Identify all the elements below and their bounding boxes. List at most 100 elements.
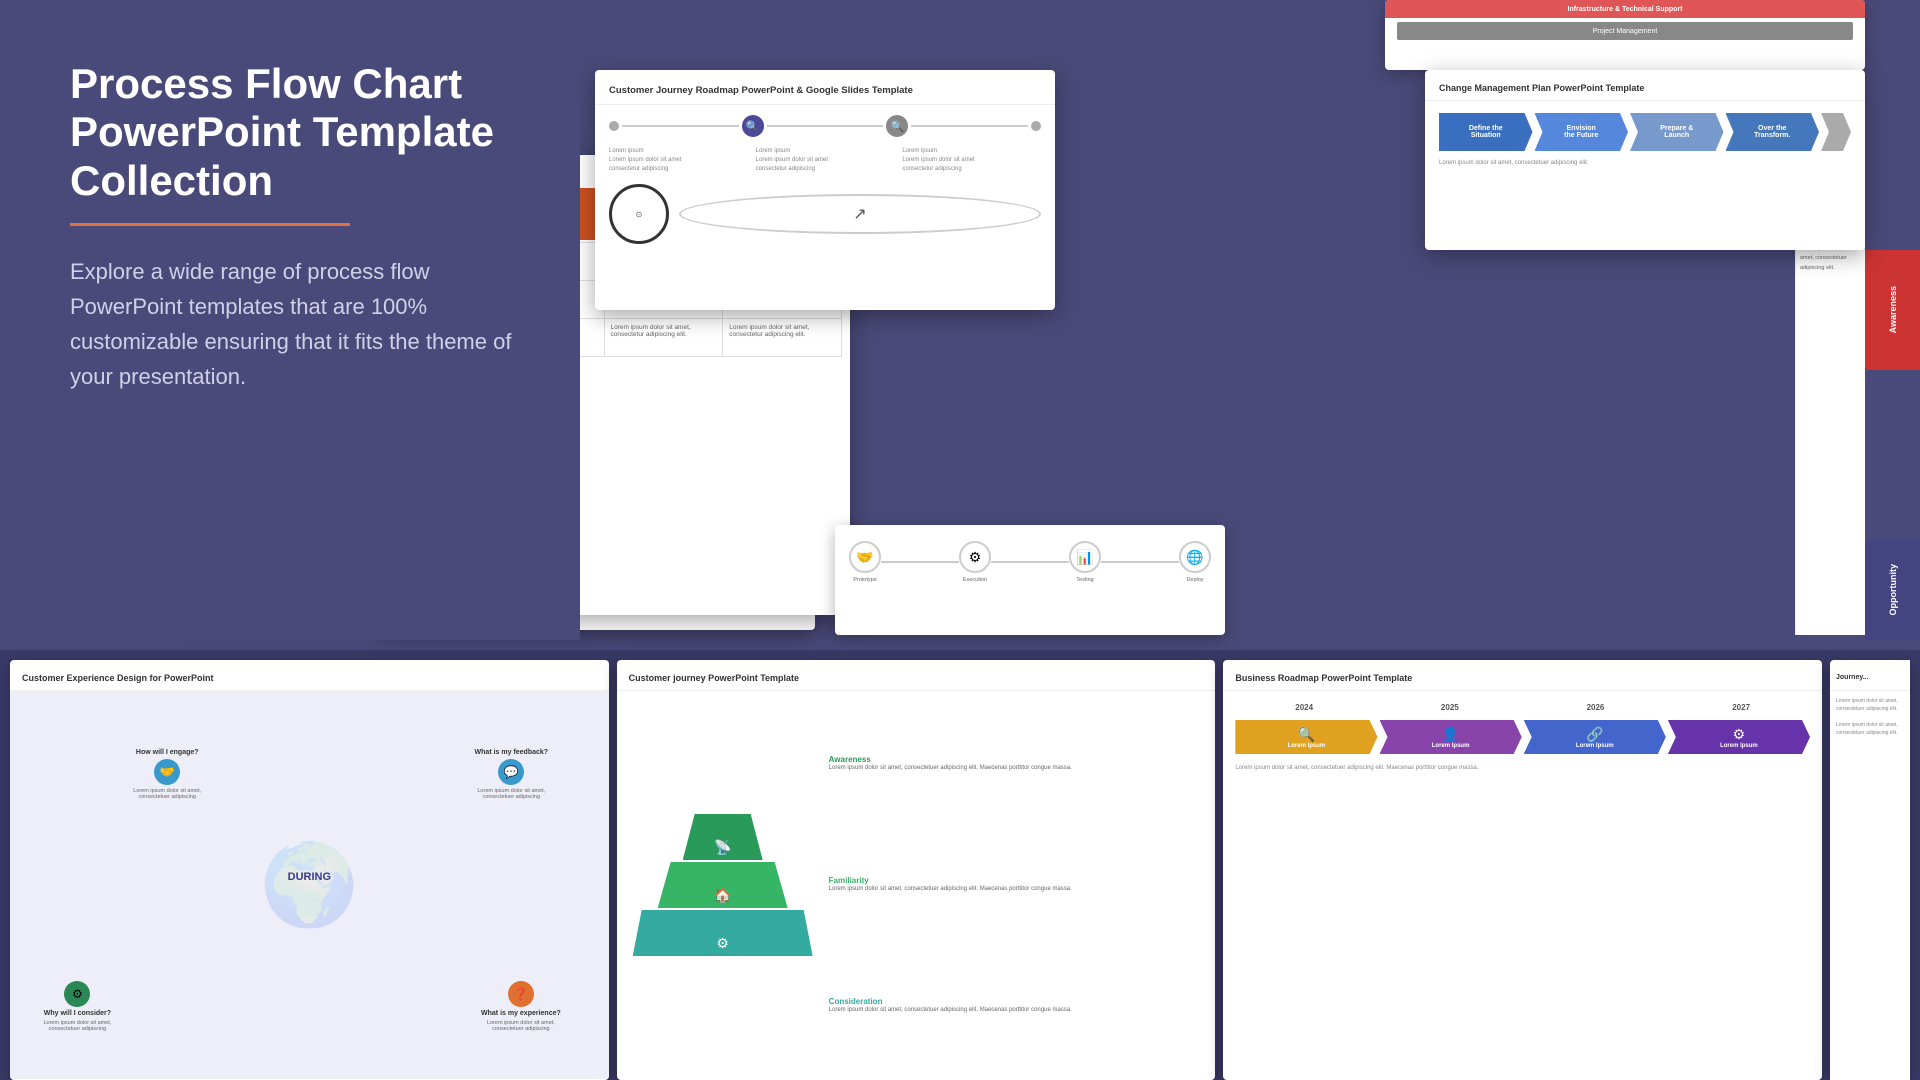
cjr-icon-circle-2: 🔍 — [886, 115, 908, 137]
pf-node-1-label: Prototype — [853, 577, 877, 583]
ce-experience-circle: ❓ — [508, 981, 534, 1007]
pyramid-tier-2: 🏠 — [658, 862, 788, 908]
pf-node-2-circle: ⚙ — [959, 541, 991, 573]
br-icon-3: 🔗 — [1586, 726, 1603, 743]
ce-engage-desc: Lorem ipsum dolor sit amet, consectetuer… — [130, 788, 205, 800]
ce-engage-label: How will I engage? — [136, 749, 199, 756]
pf-node-2-label: Execution — [963, 577, 987, 583]
infra-bar: Infrastructure & Technical Support — [1385, 0, 1865, 18]
opportunity-label: Opportunity — [1888, 564, 1898, 616]
br-icon-2: 👤 — [1442, 726, 1459, 743]
pf-node-3-circle: 📊 — [1069, 541, 1101, 573]
br-year-4: 2027 — [1732, 703, 1750, 712]
bottom-section: Customer Experience Design for PowerPoin… — [0, 650, 1920, 1080]
cjr-line — [622, 125, 739, 127]
prc-title: Journey... — [1836, 674, 1869, 681]
cm-header: Change Management Plan PowerPoint Templa… — [1425, 70, 1865, 101]
br-content: 2024 2025 2026 2027 🔍 Lorem Ipsum 👤 Lore… — [1223, 691, 1822, 785]
br-years: 2024 2025 2026 2027 — [1235, 703, 1810, 712]
awareness-tab: Awareness — [1865, 250, 1920, 370]
title-divider — [70, 223, 350, 226]
br-arrow-1: 🔍 Lorem Ipsum — [1235, 720, 1377, 754]
cm-arrow-5 — [1821, 113, 1851, 151]
del-cell-4: Lorem ipsum dolor sit amet, consectetur … — [604, 319, 723, 357]
cjr-graphic: ⊙ ↗ — [609, 184, 1041, 244]
ce-node-consider: ⚙ Why will I consider? Lorem ipsum dolor… — [40, 981, 115, 1032]
br-arrow-2: 👤 Lorem Ipsum — [1380, 720, 1522, 754]
cjr-text-2: Lorem ipsumLorem ipsum dolor sit ametcon… — [756, 147, 895, 174]
ce-title: Customer Experience Design for PowerPoin… — [22, 673, 214, 683]
pf-connector-3 — [1101, 561, 1179, 563]
pyr-label-1: Awareness — [829, 755, 1200, 764]
cjr-arrow-icon: ↗ — [679, 194, 1041, 234]
cm-content: Define theSituation Envisionthe Future P… — [1425, 101, 1865, 180]
pf-node-4: 🌐 Deploy — [1179, 541, 1211, 583]
ce-feedback-circle: 💬 — [498, 759, 524, 785]
ce-center-label: DURING — [288, 871, 331, 883]
ce-experience-label: What is my experience? — [481, 1010, 561, 1017]
pm-bar-label: Project Management — [1593, 28, 1658, 35]
br-arrows-row: 🔍 Lorem Ipsum 👤 Lorem Ipsum 🔗 Lorem Ipsu… — [1235, 720, 1810, 754]
cm-title: Change Management Plan PowerPoint Templa… — [1439, 83, 1644, 93]
pf-node-3-label: Testing — [1076, 577, 1093, 583]
pyr-desc-1: Awareness Lorem ipsum dolor sit amet, co… — [829, 755, 1200, 773]
cjr-text-row: Lorem ipsumLorem ipsum dolor sit ametcon… — [609, 147, 1041, 174]
br-arrow-3: 🔗 Lorem Ipsum — [1524, 720, 1666, 754]
cjr-magnify-icon: 🔍 — [746, 120, 760, 133]
cjp-header: Customer journey PowerPoint Template — [617, 660, 1216, 691]
br-year-3: 2026 — [1587, 703, 1605, 712]
pf-node-3: 📊 Testing — [1069, 541, 1101, 583]
cjr-text-1: Lorem ipsumLorem ipsum dolor sit ametcon… — [609, 147, 748, 174]
del-text-4: Lorem ipsum dolor sit amet, consectetur … — [611, 324, 691, 338]
business-roadmap-card: Business Roadmap PowerPoint Template 202… — [1223, 660, 1822, 1080]
br-arrow-label-3: Lorem Ipsum — [1576, 743, 1614, 749]
cm-arrow-4: Over theTransform. — [1726, 113, 1820, 151]
pyramid-tier-2-icon: 🏠 — [714, 887, 731, 904]
process-flow-nodes-card: 🤝 Prototype ⚙ Execution 📊 Testing 🌐 Depl… — [835, 525, 1225, 635]
pyr-desc-3: Consideration Lorem ipsum dolor sit amet… — [829, 997, 1200, 1015]
pf-node-1: 🤝 Prototype — [849, 541, 881, 583]
customer-experience-card: Customer Experience Design for PowerPoin… — [10, 660, 609, 1080]
ce-feedback-label: What is my feedback? — [475, 749, 549, 756]
pyr-text-2: Lorem ipsum dolor sit amet, consectetuer… — [829, 885, 1200, 894]
cjr-icon-circle: 🔍 — [742, 115, 764, 137]
cjr-line-2 — [767, 125, 884, 127]
pyr-desc-2: Familiarity Lorem ipsum dolor sit amet, … — [829, 876, 1200, 894]
pf-node-4-circle: 🌐 — [1179, 541, 1211, 573]
br-header: Business Roadmap PowerPoint Template — [1223, 660, 1822, 691]
ce-node-feedback: What is my feedback? 💬 Lorem ipsum dolor… — [474, 749, 549, 800]
cjr-flag-icon: 🔍 — [890, 120, 904, 133]
pf-connector-1 — [881, 561, 959, 563]
cm-arrow-3: Prepare &Launch — [1630, 113, 1724, 151]
cm-desc: Lorem ipsum dolor sit amet, consectetuer… — [1439, 159, 1851, 168]
br-arrow-4: ⚙ Lorem Ipsum — [1668, 720, 1810, 754]
br-arrow-label-4: Lorem Ipsum — [1720, 743, 1758, 749]
infrastructure-card: Infrastructure & Technical Support Proje… — [1385, 0, 1865, 70]
pf-connector-2 — [991, 561, 1069, 563]
pyramid-visual: 📡 🏠 ⚙ — [633, 703, 813, 1067]
cjr-circle: ⊙ — [609, 184, 669, 244]
pyramid-tier-3: ⚙ — [633, 910, 813, 956]
pf-node-1-circle: 🤝 — [849, 541, 881, 573]
br-year-1: 2024 — [1295, 703, 1313, 712]
br-title: Business Roadmap PowerPoint Template — [1235, 673, 1412, 683]
infra-bar-label: Infrastructure & Technical Support — [1568, 6, 1683, 13]
cjr-line-3 — [911, 125, 1028, 127]
ce-experience-desc: Lorem ipsum dolor sit amet, consectetuer… — [483, 1020, 558, 1032]
br-arrow-label-1: Lorem Ipsum — [1288, 743, 1326, 749]
left-panel: Process Flow Chart PowerPoint Template C… — [0, 0, 580, 640]
pf-nodes-row: 🤝 Prototype ⚙ Execution 📊 Testing 🌐 Depl… — [843, 533, 1217, 591]
ce-content: 🌍 How will I engage? 🤝 Lorem ipsum dolor… — [10, 691, 609, 1079]
cjr-title: Customer Journey Roadmap PowerPoint & Go… — [609, 85, 913, 96]
prc-header: Journey... — [1830, 660, 1910, 691]
opportunity-tab: Opportunity — [1865, 540, 1920, 640]
page-description: Explore a wide range of process flow Pow… — [70, 254, 530, 395]
br-arrow-label-2: Lorem Ipsum — [1432, 743, 1470, 749]
del-cell-5: Lorem ipsum dolor sit amet, consectetur … — [723, 319, 842, 357]
ce-feedback-desc: Lorem ipsum dolor sit amet, consectetuer… — [474, 788, 549, 800]
cjr-dot-1 — [609, 121, 619, 131]
pyramid-tier-3-icon: ⚙ — [716, 935, 729, 952]
ce-engage-circle: 🤝 — [154, 759, 180, 785]
pyr-label-3: Consideration — [829, 997, 1200, 1006]
cjr-content: 🔍 🔍 Lorem ipsumLorem ipsum dolor sit ame… — [595, 105, 1055, 254]
